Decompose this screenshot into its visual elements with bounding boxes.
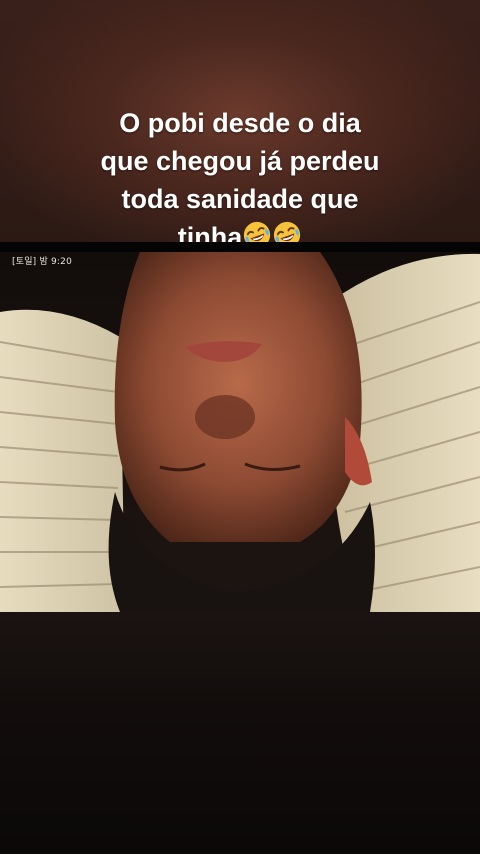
caption-line: O pobi desde o dia bbox=[119, 108, 361, 138]
caption-line: toda sanidade que bbox=[121, 184, 359, 214]
bottom-dark-area bbox=[0, 612, 480, 854]
caption-line: que chegou já perdeu bbox=[100, 146, 380, 176]
broadcast-time-label: [토일] 밤 9:20 bbox=[12, 257, 72, 267]
video-post-screen: O pobi desde o dia que chegou já perdeu … bbox=[0, 0, 480, 854]
caption-text: O pobi desde o dia que chegou já perdeu … bbox=[40, 104, 440, 256]
video-still-image bbox=[0, 252, 480, 612]
video-frame[interactable]: [토일] 밤 9:20 bbox=[0, 242, 480, 612]
